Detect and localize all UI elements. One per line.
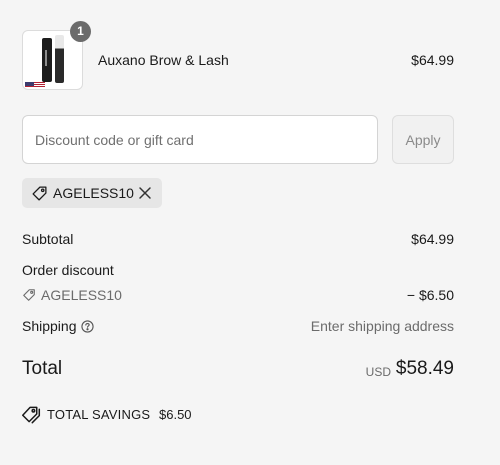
order-summary: 1 Auxano Brow & Lash $64.99 Apply AGELES…	[0, 0, 500, 465]
help-circle-icon[interactable]	[81, 320, 94, 333]
applied-discount-code: AGELESS10	[53, 185, 134, 201]
us-flag-icon	[25, 82, 45, 88]
order-discount-value: − $6.50	[406, 287, 454, 303]
product-name: Auxano Brow & Lash	[98, 52, 229, 68]
savings-tag-icon	[22, 406, 41, 424]
subtotal-value: $64.99	[411, 231, 454, 247]
tag-icon	[32, 186, 47, 201]
product-price: $64.99	[411, 52, 454, 68]
total-currency: USD	[365, 365, 391, 379]
total-savings-label: TOTAL SAVINGS	[47, 407, 151, 422]
order-discount-label: Order discount	[22, 262, 114, 278]
line-item: 1 Auxano Brow & Lash $64.99	[22, 21, 454, 91]
product-tube-light	[55, 35, 64, 83]
tag-icon	[23, 289, 35, 301]
product-tube-dark	[42, 38, 52, 82]
total-amount: $58.49	[395, 358, 454, 379]
subtotal-label: Subtotal	[22, 231, 74, 247]
applied-discount-chip: AGELESS10	[22, 178, 162, 208]
quantity-badge: 1	[70, 21, 91, 42]
total-savings-amount: $6.50	[159, 407, 192, 422]
shipping-value: Enter shipping address	[310, 318, 454, 334]
shipping-label: Shipping	[22, 318, 77, 334]
discount-code-input[interactable]	[22, 115, 378, 164]
remove-discount-close-icon[interactable]	[136, 184, 154, 202]
apply-button[interactable]: Apply	[392, 115, 454, 164]
order-discount-code: AGELESS10	[41, 287, 122, 303]
total-label: Total	[22, 358, 63, 379]
